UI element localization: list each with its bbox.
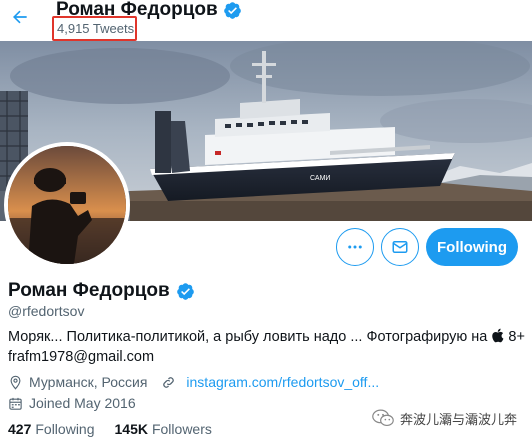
following-button[interactable]: Following <box>426 228 518 266</box>
following-count: 427 <box>8 421 32 437</box>
bio-text-end: 8+ <box>504 329 525 345</box>
more-icon <box>348 245 362 249</box>
bio-email: frafm1978@gmail.com <box>8 349 155 365</box>
profile-header: Роман Федорцов 4,915 Tweets <box>0 0 532 41</box>
mail-icon <box>392 241 408 253</box>
more-options-button[interactable] <box>336 228 374 266</box>
location-icon <box>10 375 21 390</box>
back-arrow-icon[interactable] <box>10 7 30 27</box>
profile-handle: @rfedortsov <box>8 303 85 319</box>
ship-name: САМИ <box>310 175 330 182</box>
avatar[interactable] <box>4 142 130 268</box>
following-link[interactable]: 427 Following <box>8 421 95 437</box>
verified-badge-icon <box>176 282 194 300</box>
message-button[interactable] <box>381 228 419 266</box>
follow-counts: 427 Following 145K Followers <box>8 421 212 437</box>
bio-line-1: Моряк... Политика-политикой, а рыбу лови… <box>8 327 528 347</box>
tweet-count: 4,915 Tweets <box>57 21 135 36</box>
bio-text: Моряк... Политика-политикой, а рыбу лови… <box>8 329 492 345</box>
profile-name: Роман Федорцов <box>8 280 170 301</box>
followers-label: Followers <box>151 421 212 437</box>
verified-badge-icon <box>223 1 241 19</box>
watermark-text: 奔波儿灞与灞波儿奔 <box>400 411 518 427</box>
watermark: 奔波儿灞与灞波儿奔 <box>372 408 517 428</box>
profile-link[interactable]: instagram.com/rfedortsov_off... <box>186 374 379 390</box>
profile-bio: Моряк... Политика-политикой, а рыбу лови… <box>8 327 528 367</box>
followers-count: 145K <box>114 421 148 437</box>
calendar-icon <box>9 397 22 410</box>
profile-joined-row: Joined May 2016 <box>8 395 136 411</box>
profile-location-row: Мурманск, Россия instagram.com/rfedortso… <box>8 374 379 390</box>
profile-name-row: Роман Федорцов <box>8 280 195 302</box>
following-label: Following <box>35 421 95 437</box>
wechat-icon <box>372 409 394 427</box>
followers-link[interactable]: 145K Followers <box>115 421 212 437</box>
apple-icon <box>492 328 504 343</box>
profile-joined: Joined May 2016 <box>29 395 136 411</box>
link-icon <box>163 376 175 388</box>
avatar-photo <box>8 146 126 264</box>
profile-location: Мурманск, Россия <box>29 374 148 390</box>
